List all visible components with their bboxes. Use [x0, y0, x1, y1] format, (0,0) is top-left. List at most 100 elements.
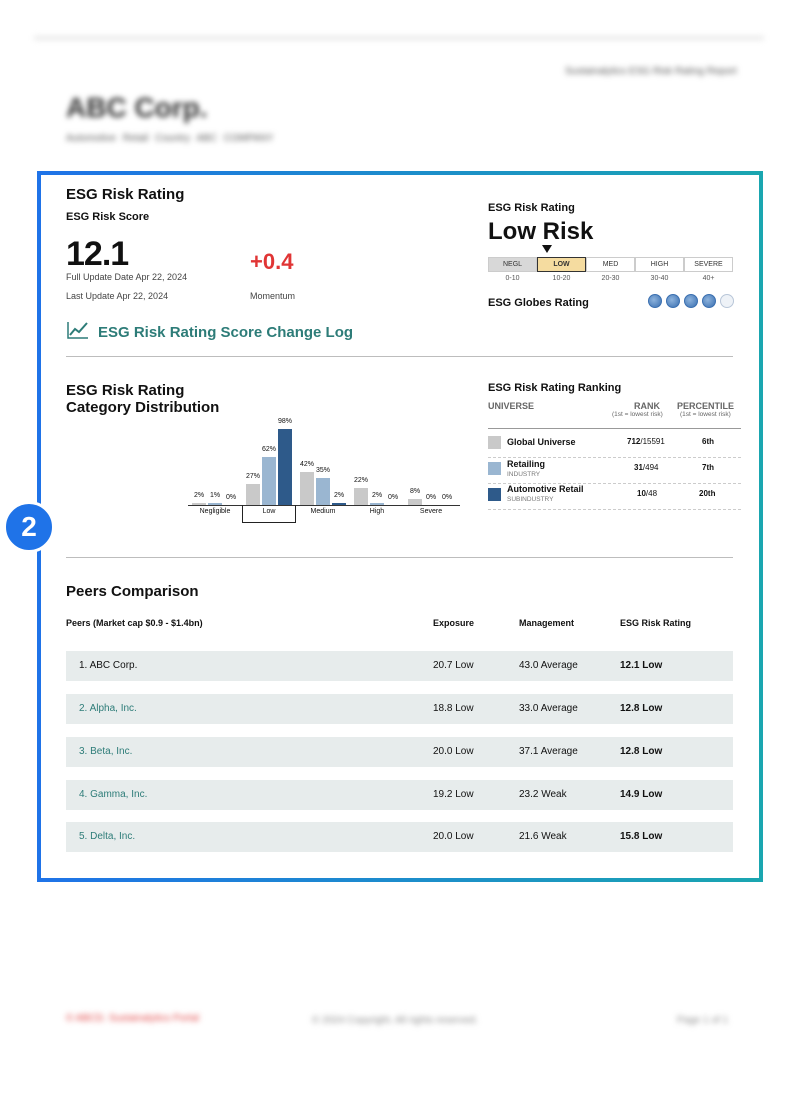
report-title: Sustainalytics ESG Risk Rating Report [565, 66, 737, 77]
chart-category-label: Severe [419, 508, 443, 515]
chart-value-label: 62% [261, 445, 276, 453]
peer-management: 23.2 Weak [519, 789, 567, 800]
globe-icon [702, 294, 716, 308]
peer-name-link[interactable]: 3. Beta, Inc. [79, 746, 132, 757]
peer-management: 21.6 Weak [519, 831, 567, 842]
scale-severe: SEVERE [684, 257, 733, 272]
scale-ranges: 0-10 10-20 20-30 30-40 40+ [488, 275, 733, 282]
col-percentile: PERCENTILE [677, 401, 735, 411]
ranking-title: ESG Risk Rating Ranking [488, 382, 622, 394]
col-rank: RANK [634, 401, 660, 411]
chart-value-label: 27% [245, 472, 260, 480]
chart-category-label: Low [242, 505, 296, 523]
section-divider [66, 356, 733, 357]
momentum-value: +0.4 [250, 249, 294, 274]
peer-management: 33.0 Average [519, 703, 578, 714]
chart-value-label: 22% [353, 476, 368, 484]
peer-management: 43.0 Average [519, 660, 578, 671]
legend-swatch [488, 488, 501, 501]
chart-value-label: 98% [277, 417, 292, 425]
footer-copyright: © 2024 Copyright. All rights reserved. [312, 1015, 478, 1026]
range-high: 30-40 [650, 275, 669, 282]
peer-row: 2. Alpha, Inc. 18.8 Low 33.0 Average 12.… [66, 694, 733, 724]
peer-name-link[interactable]: 4. Gamma, Inc. [79, 789, 147, 800]
scale-pointer-icon [542, 245, 552, 253]
chart-category-label: High [369, 508, 385, 515]
peer-row: 1. ABC Corp. 20.7 Low 43.0 Average 12.1 … [66, 651, 733, 681]
risk-scale: NEGL LOW MED HIGH SEVERE [488, 257, 733, 272]
full-update-date: Full Update Date Apr 22, 2024 [66, 272, 188, 282]
peer-exposure: 18.8 Low [433, 703, 474, 714]
chart-bar [278, 428, 292, 505]
chart-bar [354, 487, 368, 505]
chart-bar [246, 483, 260, 505]
ranking-row-global: Global Universe 712/15591 6th [488, 432, 741, 458]
category-distribution-chart: 2% 1% 0% Negligible 27% 62% 98% Low 42% 35% 2% Medi… [188, 410, 460, 525]
section-divider [66, 557, 733, 558]
footer-left: © ABCD. Sustainalytics Portal [66, 1013, 199, 1024]
peer-rating: 12.8 Low [620, 746, 663, 757]
scale-high: HIGH [635, 257, 684, 272]
globe-icon [666, 294, 680, 308]
range-negl: 0-10 [505, 275, 520, 282]
peer-row: 4. Gamma, Inc. 19.2 Low 23.2 Weak 14.9 L… [66, 780, 733, 810]
step-badge: 2 [3, 501, 55, 553]
ranking-row-industry: Retailing INDUSTRY 31/494 7th [488, 458, 741, 484]
peer-exposure: 20.7 Low [433, 660, 474, 671]
peer-exposure: 20.0 Low [433, 746, 474, 757]
momentum-label: Momentum [250, 291, 296, 301]
risk-rating-title: ESG Risk Rating [66, 186, 185, 203]
peers-title: Peers Comparison [66, 583, 199, 600]
chart-value-label: 35% [315, 466, 330, 474]
range-severe: 40+ [702, 275, 715, 282]
risk-level: Low Risk [488, 218, 594, 245]
legend-swatch [488, 462, 501, 475]
ranking-percentile: 6th [702, 437, 714, 446]
trend-line-icon [66, 320, 90, 344]
peer-management: 37.1 Average [519, 746, 578, 757]
peer-rating: 12.8 Low [620, 703, 663, 714]
ranking-sub: SUBINDUSTRY [507, 496, 554, 503]
ranking-sub: INDUSTRY [507, 471, 541, 478]
col-rank-note: (1st = lowest risk) [612, 411, 663, 418]
peer-row: 5. Delta, Inc. 20.0 Low 21.6 Weak 15.8 L… [66, 822, 733, 852]
footer-page: Page 1 of 1 [677, 1015, 729, 1026]
risk-score-label: ESG Risk Score [66, 211, 150, 223]
peer-rating: 12.1 Low [620, 660, 663, 671]
col-universe: UNIVERSE [488, 401, 535, 411]
peer-rating: 15.8 Low [620, 831, 663, 842]
chart-value-label: 2% [333, 492, 345, 499]
scale-med: MED [586, 257, 635, 272]
chart-bar [262, 456, 276, 505]
ranking-percentile: 7th [702, 463, 714, 472]
col-rating: ESG Risk Rating [620, 618, 692, 628]
ranking-name: Global Universe [507, 437, 576, 447]
range-med: 20-30 [601, 275, 620, 282]
peer-exposure: 20.0 Low [433, 831, 474, 842]
peer-name: 1. ABC Corp. [79, 660, 138, 671]
ranking-row-subindustry: Automotive Retail SUBINDUSTRY 10/48 20th [488, 484, 741, 510]
company-name: ABC Corp. [66, 92, 208, 123]
col-percentile-note: (1st = lowest risk) [680, 411, 731, 418]
globe-icon [684, 294, 698, 308]
ranking-header-rule [488, 428, 741, 429]
top-rule [34, 36, 764, 40]
distribution-title-1: ESG Risk Rating [66, 382, 185, 399]
scale-negl: NEGL [488, 257, 537, 272]
col-peers: Peers (Market cap $0.9 - $1.4bn) [66, 618, 203, 628]
peer-name-link[interactable]: 5. Delta, Inc. [79, 831, 135, 842]
chart-category-label: Medium [310, 508, 336, 515]
ranking-name: Retailing [507, 459, 546, 469]
col-exposure: Exposure [433, 618, 475, 628]
peer-name-link[interactable]: 2. Alpha, Inc. [79, 703, 137, 714]
last-update-date: Last Update Apr 22, 2024 [66, 291, 169, 301]
ranking-percentile: 20th [699, 489, 716, 498]
change-log-label: ESG Risk Rating Score Change Log [98, 323, 354, 341]
scale-low: LOW [537, 257, 586, 272]
chart-category-label: Negligible [199, 508, 231, 515]
chart-bar [316, 477, 330, 505]
globe-icon [648, 294, 662, 308]
change-log-link[interactable]: ESG Risk Rating Score Change Log [66, 320, 353, 344]
ranking-rank: 10/48 [637, 489, 658, 498]
globes-label: ESG Globes Rating [488, 297, 589, 309]
